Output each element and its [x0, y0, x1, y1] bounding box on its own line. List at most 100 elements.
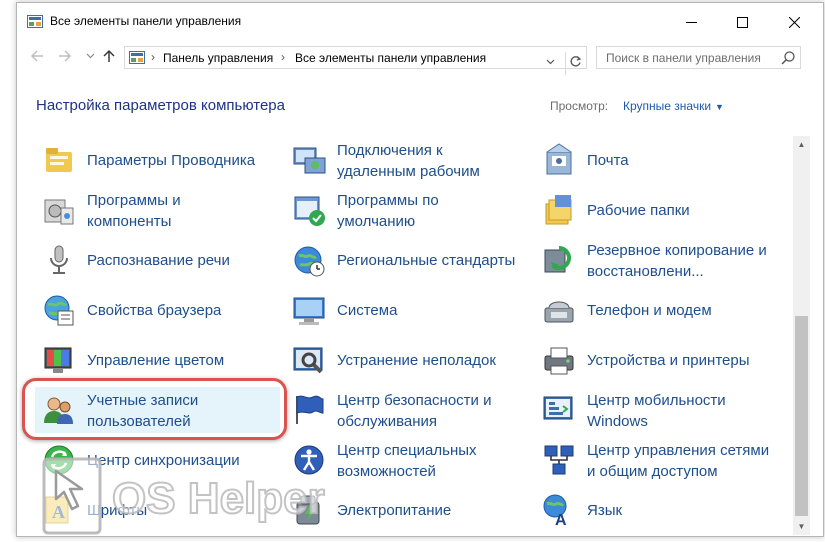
control-panel-item[interactable]: Программы по умолчанию [285, 187, 530, 233]
item-label: Устройства и принтеры [587, 350, 749, 371]
page-title: Настройка параметров компьютера [36, 97, 285, 114]
vertical-scrollbar[interactable]: ▲ ▼ [793, 136, 810, 535]
phone-modem-icon [544, 301, 574, 323]
close-button[interactable] [771, 3, 817, 41]
item-label-line: Региональные стандарты [337, 252, 516, 269]
breadcrumb-separator: › [151, 50, 155, 64]
scroll-up-button[interactable]: ▲ [793, 136, 810, 153]
control-panel-window: Все элементы панели управления › Панель … [16, 2, 824, 537]
control-panel-item[interactable]: Программы и компоненты [35, 187, 280, 233]
watermark-logo: OS Helper [42, 457, 326, 535]
programs-features-icon [44, 199, 74, 225]
breadcrumb-control-panel[interactable]: Панель управления [163, 51, 273, 65]
minimize-button[interactable] [668, 3, 714, 41]
control-panel-item[interactable]: Система [285, 287, 530, 333]
item-label: Подключения к удаленным рабочим [337, 140, 480, 182]
svg-text:A: A [555, 512, 567, 528]
item-label: Почта [587, 150, 629, 171]
item-label-line: Почта [587, 152, 629, 169]
item-label: Программы и компоненты [87, 190, 181, 232]
arrow-up-icon [103, 49, 115, 62]
highlight-annotation [22, 378, 287, 440]
breadcrumb-separator: › [281, 50, 285, 64]
item-label: Устранение неполадок [337, 350, 496, 371]
breadcrumb-all-items[interactable]: Все элементы панели управления [295, 51, 486, 65]
maximize-icon [736, 16, 748, 28]
view-by-dropdown[interactable]: Крупные значки ▼ [623, 99, 724, 113]
control-panel-item[interactable]: Центр мобильности Windows [535, 387, 780, 433]
control-panel-item[interactable]: Управление цветом [35, 337, 280, 383]
item-label-line: удаленным рабочим [337, 163, 480, 180]
maximize-button[interactable] [719, 3, 765, 41]
item-label-line: Свойства браузера [87, 302, 222, 319]
item-label-line: Центр специальных [337, 442, 477, 459]
devices-printers-icon [544, 347, 574, 375]
title-bar[interactable]: Все элементы панели управления [17, 3, 823, 41]
default-programs-icon [294, 196, 325, 226]
speech-recognition-icon [50, 245, 68, 274]
search-placeholder: Поиск в панели управления [606, 51, 761, 65]
item-label-line: Программы и [87, 192, 181, 209]
scroll-thumb[interactable] [795, 316, 808, 516]
control-panel-item[interactable]: Телефон и модем [535, 287, 780, 333]
item-label: Региональные стандарты [337, 250, 515, 271]
control-panel-item[interactable]: Подключения к удаленным рабочим [285, 137, 530, 183]
window-title: Все элементы панели управления [50, 14, 242, 28]
scroll-down-button[interactable]: ▼ [793, 518, 810, 535]
close-icon [788, 16, 800, 28]
refresh-button[interactable] [565, 52, 585, 75]
up-button[interactable] [99, 48, 119, 66]
control-panel-item[interactable]: Региональные стандарты [285, 237, 530, 283]
control-panel-item[interactable]: Центр управления сетями и общим доступом [535, 437, 780, 483]
chevron-down-icon [86, 53, 94, 59]
item-label-line: Телефон и модем [587, 302, 712, 319]
backup-restore-icon [544, 246, 571, 273]
control-panel-item[interactable]: A Язык [535, 487, 780, 533]
item-label-line: восстановлени... [587, 263, 704, 280]
recent-locations-button[interactable] [80, 48, 100, 66]
item-label: Рабочие папки [587, 200, 690, 221]
item-label-line: и общим доступом [587, 463, 718, 480]
work-folders-icon [545, 195, 572, 225]
item-label: Управление цветом [87, 350, 224, 371]
control-panel-icon [129, 51, 145, 64]
navigation-bar: › Панель управления › Все элементы панел… [17, 41, 823, 75]
item-label-line: обслуживания [337, 413, 438, 430]
address-dropdown-button[interactable] [543, 52, 557, 75]
search-input[interactable]: Поиск в панели управления [596, 46, 801, 69]
control-panel-item[interactable]: Устройства и принтеры [535, 337, 780, 383]
item-label-line: Windows [587, 413, 648, 430]
arrow-left-icon [31, 50, 43, 62]
system-icon [293, 297, 325, 325]
item-label-line: Резервное копирование и [587, 242, 767, 259]
forward-button[interactable] [55, 48, 75, 66]
svg-text:OS Helper: OS Helper [112, 474, 325, 523]
item-label-line: возможностей [337, 463, 436, 480]
control-panel-item[interactable]: Рабочие папки [535, 187, 780, 233]
control-panel-item[interactable]: Свойства браузера [35, 287, 280, 333]
item-label-line: Рабочие папки [587, 202, 690, 219]
item-label-line: Управление цветом [87, 352, 225, 369]
arrow-right-icon [59, 50, 71, 62]
item-label: Телефон и модем [587, 300, 712, 321]
item-label-line: Подключения к [337, 142, 443, 159]
item-label-line: Параметры Проводника [87, 152, 256, 169]
folder-options-icon [46, 148, 72, 172]
control-panel-item[interactable]: Резервное копирование и восстановлени... [535, 237, 780, 283]
item-label: Резервное копирование и восстановлени... [587, 240, 767, 282]
view-by-label: Просмотр: [550, 99, 609, 113]
control-panel-item[interactable]: Почта [535, 137, 780, 183]
item-label-line: Язык [587, 502, 623, 519]
item-label-line: Система [337, 302, 398, 319]
control-panel-item[interactable]: Устранение неполадок [285, 337, 530, 383]
control-panel-item[interactable]: Центр безопасности и обслуживания [285, 387, 530, 433]
item-label: Программы по умолчанию [337, 190, 439, 232]
network-sharing-icon [544, 445, 574, 475]
troubleshooting-icon [293, 347, 323, 374]
item-label: Система [337, 300, 397, 321]
control-panel-item[interactable]: Параметры Проводника [35, 137, 280, 183]
control-panel-item[interactable]: Распознавание речи [35, 237, 280, 283]
item-label: Центр специальных возможностей [337, 440, 477, 482]
back-button[interactable] [27, 48, 47, 66]
address-bar[interactable]: › Панель управления › Все элементы панел… [124, 46, 587, 75]
